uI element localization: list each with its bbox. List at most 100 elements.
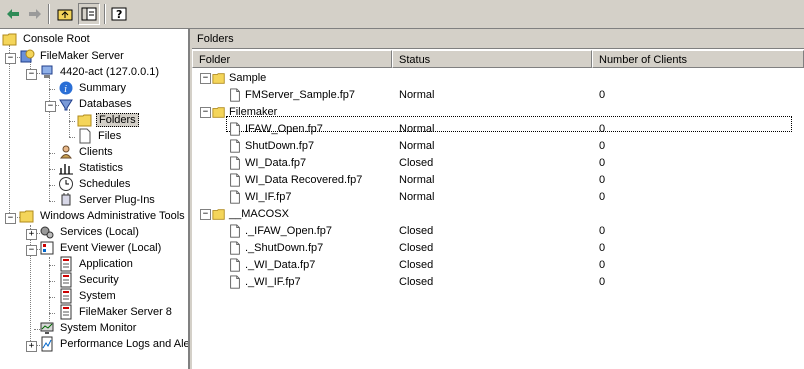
expander-filemaker-server[interactable]: − (5, 53, 16, 64)
file-row[interactable]: WI_Data Recovered.fp7 (228, 172, 362, 188)
event-viewer-icon (40, 241, 54, 255)
group-expander[interactable]: − (200, 73, 211, 84)
file-name: IFAW_Open.fp7 (245, 123, 323, 135)
details-pane: Folders Folder Status Number of Clients … (192, 29, 804, 369)
tree-item-databases[interactable]: Databases (58, 96, 134, 112)
file-status: Normal (399, 89, 435, 101)
expander-databases[interactable]: − (45, 101, 56, 112)
tree-label: Event Viewer (Local) (60, 242, 162, 254)
file-row[interactable]: ._WI_IF.fp7 (228, 274, 301, 290)
tree-label: Schedules (79, 178, 131, 190)
tree-item-folders[interactable]: Folders (77, 112, 139, 128)
expander-host[interactable]: − (26, 69, 37, 80)
console-tree[interactable]: − − − − + − + Console Root FileMaker Ser… (0, 29, 190, 369)
tree-item-schedules[interactable]: Schedules (58, 176, 132, 192)
file-row[interactable]: WI_IF.fp7 (228, 189, 291, 205)
up-one-level-button[interactable] (54, 3, 76, 25)
show-hide-tree-button[interactable] (78, 3, 100, 25)
folder-group-row[interactable]: Filemaker (212, 104, 277, 120)
help-icon: ? (111, 7, 127, 21)
tree-item-services[interactable]: Services (Local) (39, 224, 141, 240)
expander-windows-admin-tools[interactable]: − (5, 213, 16, 224)
tree-item-server-plugins[interactable]: Server Plug-Ins (58, 192, 157, 208)
plugin-icon (61, 193, 71, 206)
tree-item-summary[interactable]: i Summary (58, 80, 128, 96)
forward-button[interactable] (24, 3, 46, 25)
file-name: WI_Data Recovered.fp7 (245, 174, 363, 186)
folder-icon (212, 107, 225, 118)
list-header: Folder Status Number of Clients (192, 50, 804, 68)
file-name: WI_IF.fp7 (245, 191, 292, 203)
database-file-icon (230, 190, 240, 204)
expander-services[interactable]: + (26, 229, 37, 240)
tree-item-application[interactable]: Application (58, 256, 135, 272)
group-expander[interactable]: − (200, 107, 211, 118)
tree-item-filemaker-server[interactable]: FileMaker Server (19, 48, 126, 64)
database-file-icon (230, 88, 240, 102)
tree-item-event-viewer[interactable]: Event Viewer (Local) (39, 240, 163, 256)
file-name: ._WI_Data.fp7 (245, 259, 316, 271)
group-expander[interactable]: − (200, 209, 211, 220)
database-file-icon (230, 156, 240, 170)
help-button[interactable]: ? (108, 3, 130, 25)
tree-label: Folders (96, 113, 139, 127)
folder-icon (19, 210, 34, 223)
tree-item-host[interactable]: 4420-act (127.0.0.1) (39, 64, 161, 80)
log-icon (60, 304, 72, 320)
console-tree-icon (81, 7, 97, 21)
tree-item-clients[interactable]: Clients (58, 144, 115, 160)
tree-label: Application (79, 258, 133, 270)
monitor-icon (40, 322, 54, 334)
folder-icon (212, 73, 225, 84)
back-button[interactable] (2, 3, 24, 25)
database-file-icon (230, 139, 240, 153)
folder-group-name: Sample (229, 72, 267, 84)
file-status: Normal (399, 191, 435, 203)
file-status: Closed (399, 259, 434, 271)
file-row[interactable]: FMServer_Sample.fp7 (228, 87, 355, 103)
tree-label: FileMaker Server 8 (79, 306, 172, 318)
database-file-icon (230, 258, 240, 272)
tree-label: Security (79, 274, 119, 286)
file-row[interactable]: ._ShutDown.fp7 (228, 240, 323, 256)
database-file-icon (230, 173, 240, 187)
file-status: Closed (399, 157, 434, 169)
tree-item-perf-logs[interactable]: Performance Logs and Ale (39, 336, 188, 352)
file-client-count: 0 (599, 89, 606, 101)
gears-icon (40, 226, 54, 239)
folder-group-row[interactable]: __MACOSX (212, 206, 289, 222)
tree-item-files[interactable]: Files (77, 128, 123, 144)
tree-item-system[interactable]: System (58, 288, 118, 304)
tree-item-security[interactable]: Security (58, 272, 121, 288)
tree-item-windows-admin-tools[interactable]: Windows Administrative Tools (19, 208, 187, 224)
column-header-status[interactable]: Status (392, 50, 592, 68)
tree-item-filemaker-server-8[interactable]: FileMaker Server 8 (58, 304, 174, 320)
folder-group-row[interactable]: Sample (212, 70, 266, 86)
file-name: ._WI_IF.fp7 (245, 276, 301, 288)
tree-label: FileMaker Server (40, 50, 124, 62)
file-row[interactable]: WI_Data.fp7 (228, 155, 306, 171)
tree-label: Summary (79, 82, 127, 94)
databases-icon (59, 99, 73, 111)
file-row[interactable]: ShutDown.fp7 (228, 138, 314, 154)
file-name: ._IFAW_Open.fp7 (245, 225, 333, 237)
clock-icon (59, 177, 73, 191)
file-status: Closed (399, 242, 434, 254)
column-header-clients[interactable]: Number of Clients (592, 50, 804, 68)
tree-item-console-root[interactable]: Console Root (2, 31, 92, 47)
tree-label: Statistics (79, 162, 124, 174)
tree-item-statistics[interactable]: Statistics (58, 160, 125, 176)
expander-event-viewer[interactable]: − (26, 245, 37, 256)
file-row[interactable]: ._WI_Data.fp7 (228, 257, 315, 273)
tree-item-system-monitor[interactable]: System Monitor (39, 320, 138, 336)
bar-chart-icon (59, 164, 73, 175)
filemaker-server-icon (20, 49, 35, 63)
server-computer-icon (41, 65, 53, 78)
file-row[interactable]: IFAW_Open.fp7 (228, 121, 323, 137)
file-status: Normal (399, 174, 435, 186)
file-row[interactable]: ._IFAW_Open.fp7 (228, 223, 332, 239)
column-header-folder[interactable]: Folder (192, 50, 392, 68)
log-icon (60, 256, 72, 272)
database-file-icon (230, 275, 240, 289)
expander-perf-logs[interactable]: + (26, 341, 37, 352)
